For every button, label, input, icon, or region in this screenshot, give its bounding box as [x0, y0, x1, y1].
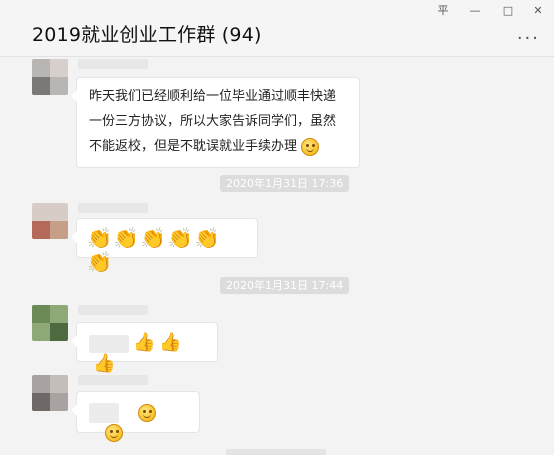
- avatar[interactable]: [32, 203, 68, 239]
- title-bar: 2019就业创业工作群 (94) 平 — □ ✕ ···: [0, 0, 554, 57]
- minimize-icon[interactable]: —: [464, 2, 486, 20]
- emoji-row: 👏 👏 👏 👏 👏👏: [77, 219, 257, 274]
- message-list: 昨天我们已经顺利给一位毕业通过顺丰快递一份三方协议，所以大家告诉同学们，虽然不能…: [0, 57, 554, 455]
- blurred-text: [89, 334, 129, 353]
- emoji-row: 👍 👍👍: [77, 323, 217, 374]
- sender-name: [78, 203, 148, 213]
- close-icon[interactable]: ✕: [527, 2, 549, 20]
- scrollbar[interactable]: [548, 57, 554, 454]
- clapping-hands-icon: 👏: [113, 226, 139, 250]
- avatar[interactable]: [32, 59, 68, 95]
- clapping-hands-icon: 👏: [167, 226, 193, 250]
- blurred-text: [89, 402, 119, 423]
- avatar[interactable]: [32, 305, 68, 341]
- smile-icon: [301, 137, 320, 156]
- sender-name: [78, 59, 148, 69]
- smile-icon: [105, 424, 123, 442]
- avatar[interactable]: [32, 375, 68, 411]
- sender-name: [78, 305, 148, 315]
- timestamp-partial: [226, 449, 326, 455]
- thumbs-up-icon: 👍: [159, 332, 182, 353]
- emoji-row: [77, 392, 199, 442]
- thumbs-up-icon: 👍: [133, 332, 156, 353]
- smile-icon: [138, 403, 157, 422]
- chat-title: 2019就业创业工作群 (94): [32, 24, 262, 46]
- message-bubble[interactable]: [71, 391, 200, 442]
- timestamp: 2020年1月31日 17:44: [220, 277, 350, 294]
- message-content: 昨天我们已经顺利给一位毕业通过顺丰快递一份三方协议，所以大家告诉同学们，虽然不能…: [89, 89, 337, 154]
- clapping-hands-icon: 👏: [87, 226, 112, 250]
- clapping-hands-icon: 👏: [194, 226, 220, 250]
- message-bubble[interactable]: 👍 👍👍: [71, 322, 218, 374]
- clapping-hands-icon: 👏: [140, 226, 166, 250]
- message-bubble[interactable]: 👏 👏 👏 👏 👏👏: [71, 218, 258, 274]
- timestamp: 2020年1月31日 17:36: [220, 175, 350, 192]
- sender-name: [78, 375, 148, 385]
- maximize-icon[interactable]: □: [497, 2, 519, 20]
- more-options-icon[interactable]: ···: [517, 30, 540, 48]
- pin-icon[interactable]: 平: [432, 2, 454, 20]
- thumbs-up-icon: 👍: [93, 353, 116, 374]
- message-text: 昨天我们已经顺利给一位毕业通过顺丰快递一份三方协议，所以大家告诉同学们，虽然不能…: [77, 78, 359, 167]
- clapping-hands-icon: 👏: [87, 250, 112, 274]
- message-bubble[interactable]: 昨天我们已经顺利给一位毕业通过顺丰快递一份三方协议，所以大家告诉同学们，虽然不能…: [71, 77, 360, 168]
